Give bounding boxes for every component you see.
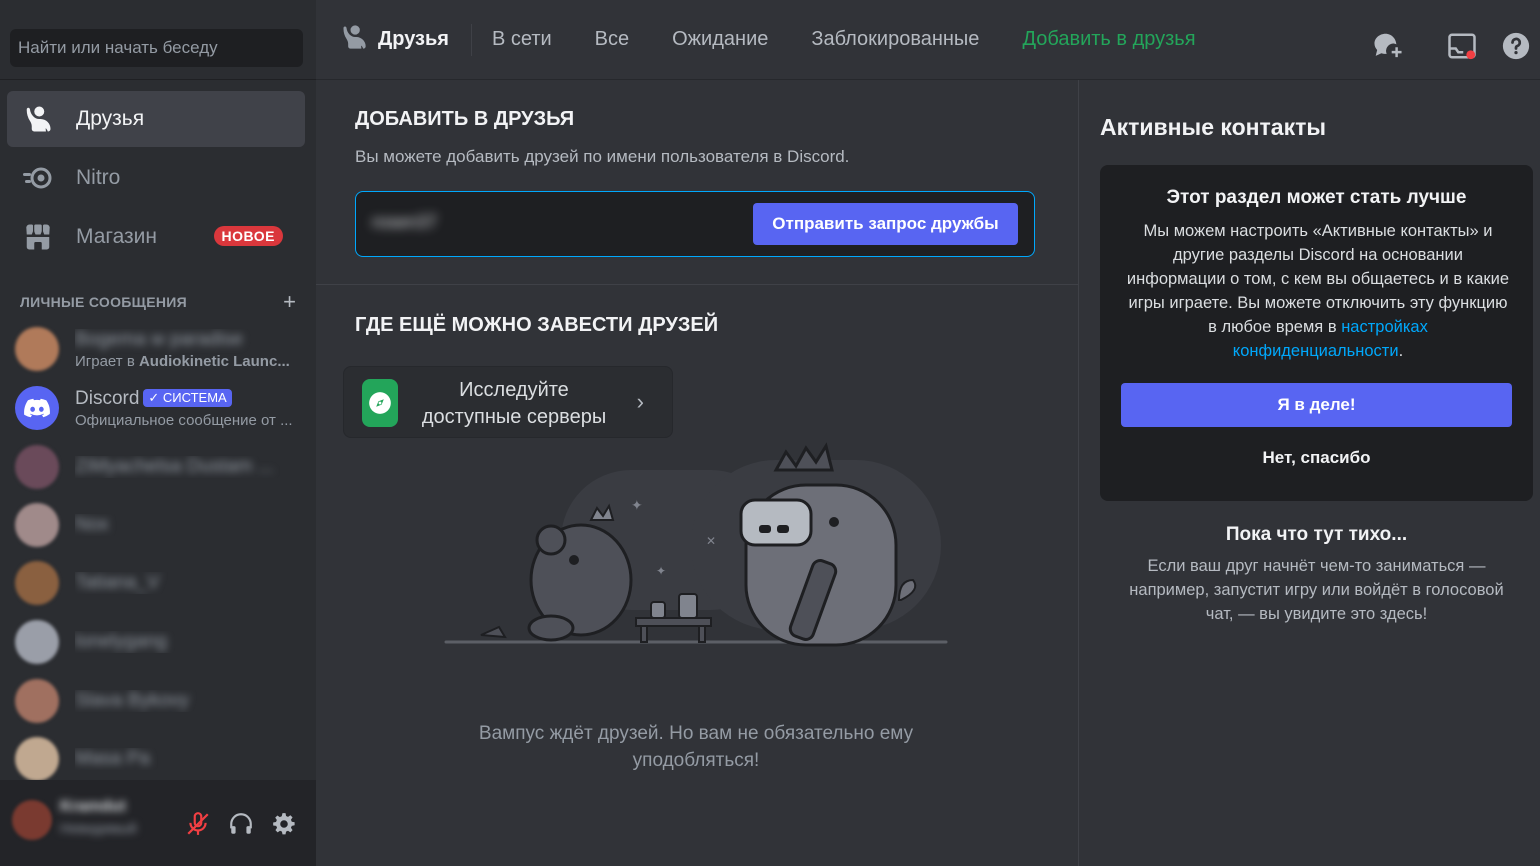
add-friend-section: ДОБАВИТЬ В ДРУЗЬЯ Вы можете добавить дру… [316, 80, 1078, 285]
avatar[interactable] [12, 800, 52, 840]
decline-button[interactable]: Нет, спасибо [1121, 439, 1512, 477]
main-content: ДОБАВИТЬ В ДРУЗЬЯ Вы можете добавить дру… [316, 80, 1078, 866]
nav-label-shop: Магазин [76, 225, 158, 248]
settings-gear-icon[interactable] [268, 808, 300, 840]
accept-button[interactable]: Я в деле! [1121, 383, 1512, 427]
promo-body: Мы можем настроить «Активные контакты» и… [1126, 222, 1510, 360]
nav-label-friends: Друзья [76, 107, 145, 130]
avatar [15, 503, 59, 547]
avatar [15, 327, 59, 371]
other-places-title: ГДЕ ЕЩЁ МОЖНО ЗАВЕСТИ ДРУЗЕЙ [355, 314, 719, 336]
dm-item[interactable]: Nox [7, 498, 305, 552]
dm-item[interactable]: ZiMyachelsa Dustam ... [7, 440, 305, 494]
tab-online[interactable]: В сети [492, 28, 552, 51]
empty-state-text: Вампус ждёт друзей. Но вам не обязательн… [478, 723, 914, 771]
chevron-right-icon: › [636, 389, 644, 414]
nav-item-friends[interactable]: Друзья [7, 91, 305, 147]
search-area: Найти или начать беседу [0, 0, 316, 80]
friends-icon [21, 102, 55, 136]
send-friend-request-button[interactable]: Отправить запрос дружбы [753, 203, 1018, 245]
dm-item[interactable]: Bogema w paradise Играет в Audiokinetic … [7, 322, 305, 376]
dm-header-title: ЛИЧНЫЕ СООБЩЕНИЯ [20, 294, 188, 310]
avatar [15, 445, 59, 489]
dm-item[interactable]: Slava Bykovy [7, 674, 305, 728]
add-friend-title: ДОБАВИТЬ В ДРУЗЬЯ [355, 108, 575, 130]
dm-activity: Официальное сообщение от ... [75, 411, 293, 429]
discord-logo-icon [15, 386, 59, 430]
system-badge: ✓ СИСТЕМА [143, 388, 232, 407]
inbox-icon[interactable] [1446, 30, 1478, 62]
dm-name: Discord ✓ СИСТЕМА [75, 388, 295, 410]
sidebar: Найти или начать беседу Друзья Nitro Маг… [0, 0, 316, 866]
tab-blocked[interactable]: Заблокированные [811, 28, 979, 51]
svg-text:✦: ✦ [631, 498, 643, 514]
add-friend-description: Вы можете добавить друзей по имени польз… [355, 147, 850, 166]
quiet-title: Пока что тут тихо... [1225, 524, 1408, 545]
user-status: Невидимый [60, 820, 137, 836]
friends-icon [340, 23, 368, 56]
dm-header: ЛИЧНЫЕ СООБЩЕНИЯ + [20, 291, 296, 313]
create-dm-button[interactable]: + [283, 291, 296, 313]
new-badge: НОВОЕ [213, 226, 283, 246]
nav-item-nitro[interactable]: Nitro [7, 150, 305, 206]
dm-item[interactable]: lonelygang [7, 615, 305, 669]
tab-add-friend[interactable]: Добавить в друзья [1022, 28, 1195, 51]
mute-mic-icon[interactable] [182, 808, 214, 840]
active-now-title: Активные контакты [1100, 114, 1327, 140]
explore-servers-label: Исследуйте доступные серверы [421, 379, 607, 428]
dm-name: Bogema w paradise [75, 328, 243, 350]
add-friend-box: rosen37 Отправить запрос дружбы [355, 191, 1035, 257]
dm-item[interactable]: Tatiana_V [7, 556, 305, 610]
nav-item-shop[interactable]: Магазин НОВОЕ [7, 209, 305, 265]
wumpus-illustration: ✦ ✦ ✕ [444, 442, 948, 647]
explore-servers-button[interactable]: Исследуйте доступные серверы › [343, 366, 673, 438]
avatar [15, 679, 59, 723]
headphones-icon[interactable] [225, 808, 257, 840]
dm-name: lonelygang [75, 631, 167, 652]
shop-icon [21, 220, 55, 254]
dm-name: Masa Pa [75, 748, 150, 769]
search-button[interactable]: Найти или начать беседу [10, 29, 303, 67]
new-group-dm-icon[interactable] [1372, 30, 1404, 62]
svg-text:✦: ✦ [656, 564, 666, 578]
nav-label-nitro: Nitro [76, 166, 121, 189]
active-now-panel: Активные контакты Этот раздел может стат… [1078, 80, 1540, 866]
dm-name: Slava Bykovy [75, 690, 190, 711]
dm-activity: Играет в Audiokinetic Launc... [75, 352, 290, 370]
personalization-card: Этот раздел может стать лучше Мы можем н… [1100, 165, 1533, 501]
username-field[interactable]: rosen37 [372, 212, 437, 233]
quiet-body: Если ваш друг начнёт чем-то заниматься —… [1129, 557, 1504, 623]
top-bar: Друзья В сети Все Ожидание Заблокированн… [316, 0, 1540, 80]
dm-name: ZiMyachelsa Dustam ... [75, 456, 274, 477]
compass-icon [362, 379, 398, 427]
nitro-icon [21, 161, 55, 195]
friends-header: Друзья [340, 23, 449, 56]
avatar [15, 620, 59, 664]
dm-name: Nox [75, 514, 109, 535]
avatar [15, 561, 59, 605]
page-title: Друзья [378, 28, 449, 50]
dm-item[interactable]: Masa Pa [7, 732, 305, 786]
help-icon[interactable] [1500, 30, 1532, 62]
user-name: Kramdut [60, 798, 126, 815]
dm-name: Tatiana_V [75, 572, 160, 593]
dm-item-discord[interactable]: Discord ✓ СИСТЕМА Официальное сообщение о… [7, 381, 305, 435]
tab-all[interactable]: Все [595, 28, 629, 51]
user-panel: Kramdut Невидимый [0, 780, 316, 866]
svg-text:✕: ✕ [706, 534, 716, 548]
promo-title: Этот раздел может стать лучше [1166, 187, 1467, 208]
divider [470, 23, 472, 56]
tab-pending[interactable]: Ожидание [672, 28, 768, 51]
avatar [15, 737, 59, 781]
